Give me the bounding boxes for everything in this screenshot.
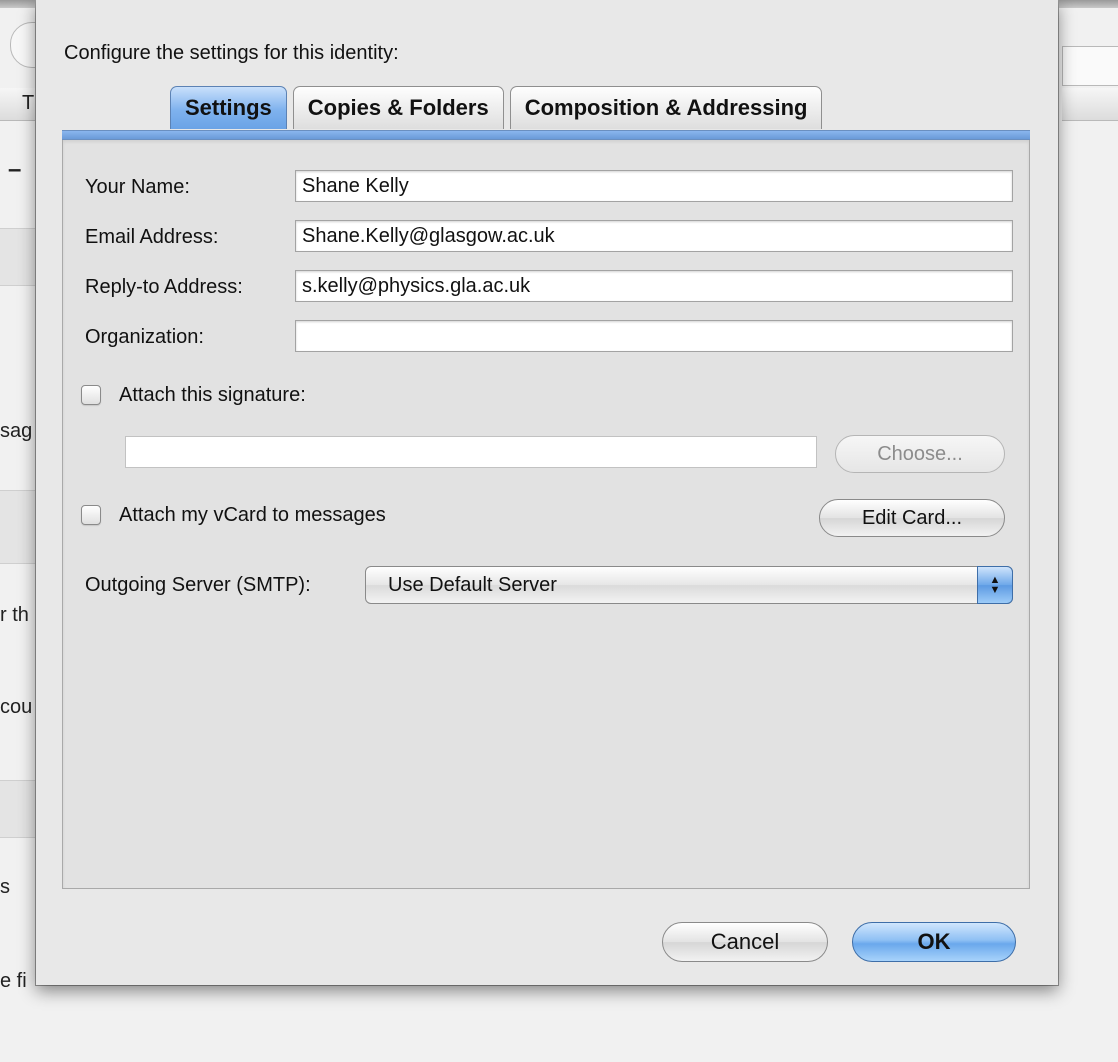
identity-settings-dialog: Configure the settings for this identity… <box>36 0 1058 985</box>
smtp-server-select[interactable]: Use Default Server ▲ ▼ <box>365 566 1013 604</box>
signature-path-input[interactable] <box>125 436 817 468</box>
background-text-fragment: r th <box>0 604 29 626</box>
background-row <box>0 490 40 564</box>
dialog-caption: Configure the settings for this identity… <box>64 42 399 64</box>
background-dash: – <box>8 156 22 183</box>
ok-button[interactable]: OK <box>852 922 1016 962</box>
choose-signature-button[interactable]: Choose... <box>835 435 1005 473</box>
your-name-input[interactable]: Shane Kelly <box>295 170 1013 202</box>
email-address-input[interactable]: Shane.Kelly@glasgow.ac.uk <box>295 220 1013 252</box>
organization-input[interactable] <box>295 320 1013 352</box>
attach-vcard-checkbox[interactable] <box>81 505 101 525</box>
tab-composition-addressing[interactable]: Composition & Addressing <box>509 86 823 129</box>
attach-vcard-label: Attach my vCard to messages <box>119 504 386 526</box>
background-row <box>0 228 40 286</box>
reply-to-input[interactable]: s.kelly@physics.gla.ac.uk <box>295 270 1013 302</box>
background-text-fragment: sag <box>0 420 33 442</box>
reply-to-label: Reply-to Address: <box>85 276 243 298</box>
background-header-text: T <box>22 92 35 114</box>
background-column-header: T <box>0 88 40 121</box>
attach-signature-checkbox[interactable] <box>81 385 101 405</box>
background-text-fragment: e fi <box>0 970 27 992</box>
background-text-fragment: s <box>0 876 10 898</box>
background-row <box>0 780 40 838</box>
tab-bar: Settings Copies & Folders Composition & … <box>170 84 823 130</box>
attach-signature-label: Attach this signature: <box>119 384 306 406</box>
background-column-header-right <box>1062 88 1118 121</box>
tab-settings[interactable]: Settings <box>170 86 287 129</box>
smtp-selected-value: Use Default Server <box>388 574 557 596</box>
settings-panel: Your Name: Shane Kelly Email Address: Sh… <box>62 140 1030 889</box>
smtp-label: Outgoing Server (SMTP): <box>85 574 311 596</box>
background-text-fragment: cou <box>0 696 33 718</box>
background-search-field-end[interactable] <box>1062 46 1118 86</box>
cancel-button[interactable]: Cancel <box>662 922 828 962</box>
tab-copies-folders[interactable]: Copies & Folders <box>292 86 504 129</box>
your-name-label: Your Name: <box>85 176 190 198</box>
organization-label: Organization: <box>85 326 204 348</box>
edit-card-button[interactable]: Edit Card... <box>819 499 1005 537</box>
select-arrows-icon: ▲ ▼ <box>977 566 1013 604</box>
tab-divider <box>62 130 1030 140</box>
email-address-label: Email Address: <box>85 226 219 248</box>
